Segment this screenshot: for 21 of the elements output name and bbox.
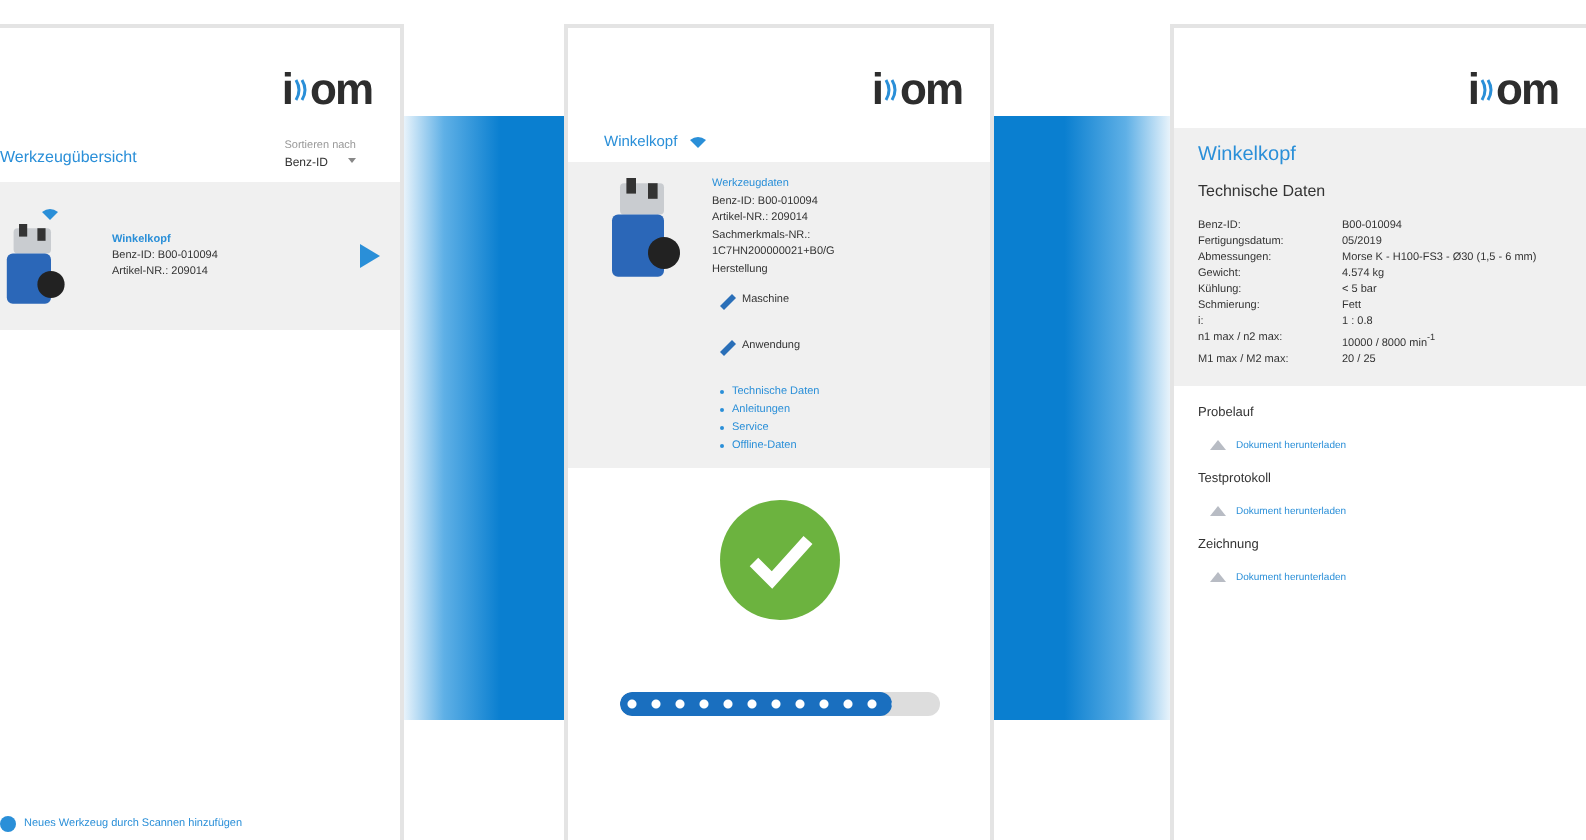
logo-text: i (1467, 64, 1478, 116)
caret-icon (348, 158, 356, 164)
circle-icon (0, 816, 16, 832)
triangle-icon (1210, 440, 1226, 451)
pencil-icon (720, 290, 736, 310)
logo-text: om (310, 64, 372, 116)
play-icon (360, 244, 380, 268)
section-title: Technische Daten (1198, 182, 1328, 200)
logo-text: i (281, 64, 292, 116)
pencil-icon (720, 335, 736, 355)
logo-text: om (1496, 64, 1558, 116)
tool-title: Winkelkopf (1198, 144, 1298, 166)
triangle-icon (1210, 506, 1226, 517)
triangle-icon (1210, 572, 1226, 583)
signal-waves-icon (884, 78, 898, 102)
confirm-check-icon[interactable] (719, 500, 839, 620)
logo-text: om (900, 64, 962, 116)
signal-waves-icon (294, 78, 308, 102)
logo-text: i (871, 64, 882, 116)
page-title: Werkzeugübersicht (0, 148, 137, 166)
signal-waves-icon (1480, 78, 1494, 102)
